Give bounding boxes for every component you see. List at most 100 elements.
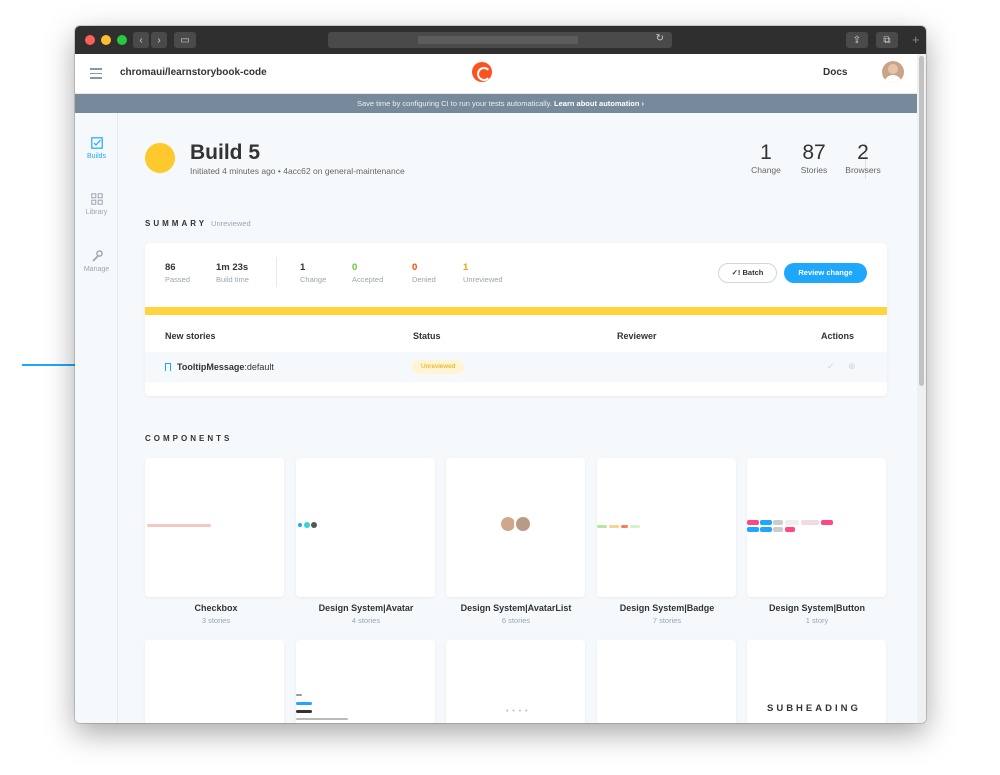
- stat-value: 1: [760, 141, 772, 164]
- review-change-button[interactable]: Review change: [784, 263, 867, 283]
- metric-value: 0: [412, 262, 418, 273]
- metric-value: 0: [352, 262, 358, 273]
- preview-button: [760, 520, 772, 525]
- preview-badge: [597, 525, 607, 528]
- preview-avatar: [311, 522, 317, 528]
- story-variant: :default: [244, 362, 274, 372]
- status-badge: Unreviewed: [412, 360, 465, 374]
- metric-value: 1m 23s: [216, 262, 249, 273]
- stat-label: Change: [751, 165, 781, 175]
- forward-button[interactable]: ›: [151, 32, 167, 48]
- batch-button[interactable]: ✓! Batch: [718, 263, 777, 283]
- close-window-button[interactable]: [85, 35, 95, 45]
- share-button[interactable]: ⇪: [846, 32, 868, 48]
- metric-label: Accepted: [352, 275, 384, 284]
- component-tile-badge[interactable]: [597, 458, 736, 597]
- component-story-count: 3 stories: [201, 616, 231, 625]
- back-button[interactable]: ‹: [133, 32, 149, 48]
- summary-card: 86 Passed 1m 23s Build time 1 Change 0 A…: [145, 243, 887, 396]
- checkbox-icon: [90, 137, 103, 149]
- app-header: chromaui/learnstorybook-code Docs: [75, 54, 926, 94]
- metric-label: Denied: [412, 275, 436, 284]
- stat-label: Browsers: [845, 165, 881, 175]
- preview-avatar-dot: [298, 523, 302, 527]
- component-tile-list[interactable]: [296, 640, 435, 723]
- preview-avatar: [514, 515, 532, 533]
- story-component: TooltipMessage: [177, 362, 245, 372]
- scrollbar-thumb[interactable]: [919, 56, 924, 386]
- stat-value: 2: [857, 141, 869, 164]
- address-bar[interactable]: ↻: [328, 32, 672, 48]
- maximize-window-button[interactable]: [117, 35, 127, 45]
- sidebar-item-label: Builds: [86, 153, 107, 160]
- component-story-count: 6 stories: [501, 616, 531, 625]
- component-tile-loader[interactable]: • • • •: [446, 640, 585, 723]
- docs-link[interactable]: Docs: [823, 67, 847, 78]
- sidebar-icon: ▭: [180, 34, 190, 46]
- component-tile-icons[interactable]: [145, 640, 284, 723]
- plus-icon: +: [912, 32, 920, 47]
- column-header-actions: Actions: [821, 331, 855, 341]
- component-name[interactable]: Checkbox: [141, 603, 291, 613]
- sidebar-item-library[interactable]: Library: [75, 193, 118, 216]
- component-story-count: 7 stories: [652, 616, 682, 625]
- preview-icon-grid: [153, 644, 273, 723]
- component-story-count: 1 story: [805, 616, 829, 625]
- metric-build-time: 1m 23s Build time: [216, 262, 249, 284]
- new-tab-button[interactable]: +: [912, 32, 926, 52]
- component-tile-checkbox[interactable]: [145, 458, 284, 597]
- loading-dots-icon: • • • •: [506, 708, 529, 715]
- component-tile-avatarlist[interactable]: [446, 458, 585, 597]
- tabs-button[interactable]: ⧉: [876, 32, 898, 48]
- chromatic-logo[interactable]: [472, 62, 492, 82]
- share-icon: ⇪: [852, 34, 862, 46]
- build-status-dot: [145, 143, 175, 173]
- components-heading: COMPONENTS: [145, 434, 233, 443]
- stat-stories[interactable]: 87 Stories: [794, 141, 834, 175]
- table-row[interactable]: TooltipMessage:default Unreviewed ✓ ⊗: [145, 352, 887, 382]
- accept-icon[interactable]: ✓: [827, 361, 835, 372]
- preview-button: [747, 520, 759, 525]
- sidebar: Builds Library Manage: [75, 113, 118, 723]
- repo-name[interactable]: chromaui/learnstorybook-code: [120, 67, 267, 78]
- metric-value: 1: [463, 262, 469, 273]
- deny-icon[interactable]: ⊗: [848, 361, 856, 372]
- component-name[interactable]: Design System|Badge: [592, 603, 742, 613]
- stat-changes[interactable]: 1 Change: [746, 141, 786, 175]
- preview-line: [296, 694, 302, 696]
- story-name[interactable]: TooltipMessage:default: [165, 362, 274, 372]
- component-name[interactable]: Design System|AvatarList: [441, 603, 591, 613]
- component-name[interactable]: Design System|Button: [742, 603, 892, 613]
- preview-avatar: [304, 522, 310, 528]
- minimize-window-button[interactable]: [101, 35, 111, 45]
- preview-button: [821, 520, 833, 525]
- build-subtitle: Initiated 4 minutes ago • 4acc62 on gene…: [190, 166, 405, 176]
- reload-icon[interactable]: ↻: [656, 33, 664, 44]
- sidebar-toggle-button[interactable]: ▭: [174, 32, 196, 48]
- user-avatar[interactable]: [882, 61, 904, 83]
- browser-window: ‹ › ▭ ↻ ⇪ ⧉ + chromaui/learnstorybook-co…: [75, 26, 926, 723]
- menu-icon[interactable]: [90, 68, 102, 79]
- component-tile-blank[interactable]: [597, 640, 736, 723]
- preview-subheading: SUBHEADING: [767, 703, 861, 714]
- summary-title: SUMMARY: [145, 219, 208, 228]
- sidebar-item-label: Manage: [83, 266, 110, 273]
- metric-passed: 86 Passed: [165, 262, 190, 284]
- sidebar-item-builds[interactable]: Builds: [75, 137, 118, 160]
- sidebar-item-manage[interactable]: Manage: [75, 250, 118, 273]
- summary-state: Unreviewed: [211, 219, 251, 228]
- column-header-status: Status: [413, 331, 441, 341]
- preview-button: [773, 520, 783, 525]
- component-tile-button[interactable]: [747, 458, 886, 597]
- metric-label: Unreviewed: [463, 275, 503, 284]
- component-tile-subheading[interactable]: SUBHEADING: [747, 640, 886, 723]
- column-header-reviewer: Reviewer: [617, 331, 657, 341]
- component-name[interactable]: Design System|Avatar: [291, 603, 441, 613]
- address-bar-text: [418, 36, 578, 44]
- stat-browsers[interactable]: 2 Browsers: [840, 141, 886, 175]
- banner-link[interactable]: Learn about automation ›: [554, 99, 644, 108]
- preview-checkbox: [147, 524, 211, 527]
- metric-label: Build time: [216, 275, 249, 284]
- component-tile-avatar[interactable]: [296, 458, 435, 597]
- main-content: Build 5 Initiated 4 minutes ago • 4acc62…: [118, 113, 926, 723]
